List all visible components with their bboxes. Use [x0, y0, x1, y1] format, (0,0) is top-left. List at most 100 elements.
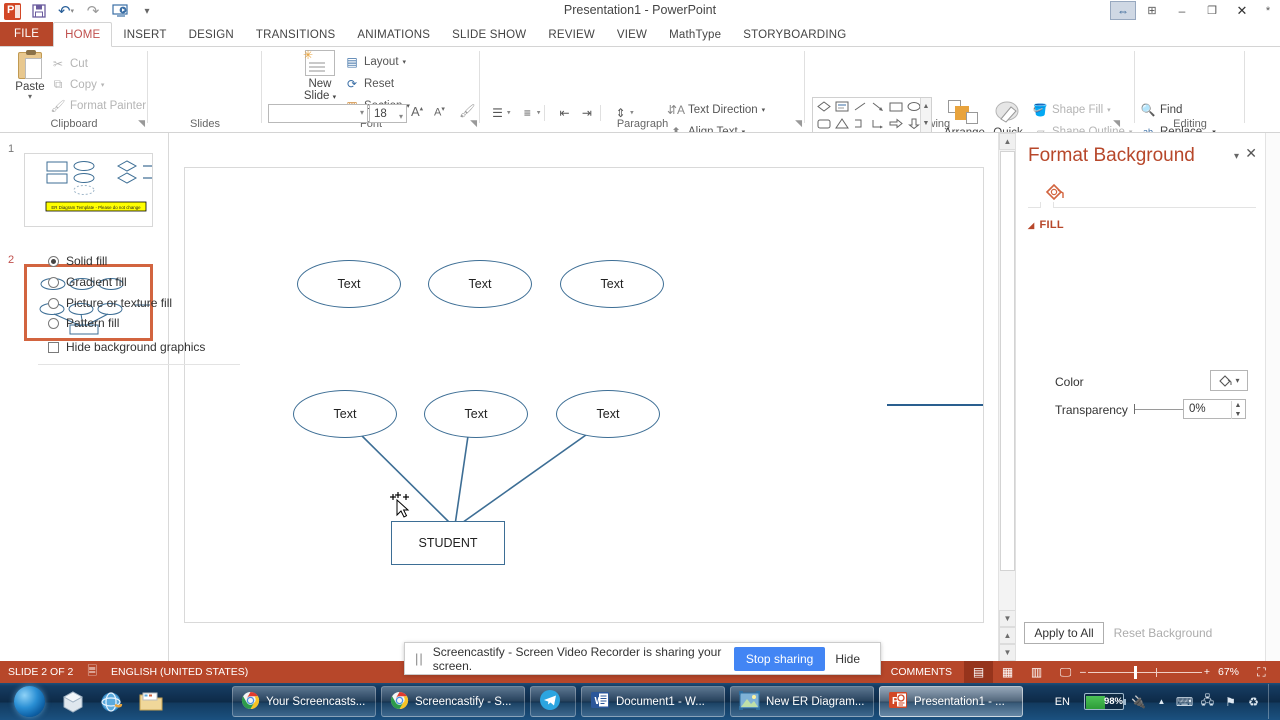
tab-review[interactable]: REVIEW: [537, 23, 606, 47]
shape-triangle-icon[interactable]: [834, 116, 850, 131]
shape-textbox-icon[interactable]: [834, 99, 850, 114]
internet-explorer-icon[interactable]: [97, 687, 127, 716]
pane-close-icon[interactable]: ✕: [1245, 145, 1257, 162]
format-painter-button[interactable]: 🖌 Format Painter: [50, 95, 146, 116]
ellipse-top-3[interactable]: Text: [560, 260, 664, 308]
paste-dropdown-icon[interactable]: ▾: [8, 93, 52, 101]
shape-diamond-icon[interactable]: [816, 99, 832, 114]
font-size-input[interactable]: 18 ▾: [369, 104, 407, 123]
show-desktop-icon[interactable]: [58, 687, 88, 716]
zoom-in-button[interactable]: +: [1204, 666, 1210, 678]
tab-view[interactable]: VIEW: [606, 23, 658, 47]
taskbar-item-screencastify[interactable]: Screencastify - S...: [381, 686, 525, 717]
stop-sharing-button[interactable]: Stop sharing: [733, 646, 826, 671]
scroll-down-button[interactable]: ▼: [999, 610, 1016, 627]
radio-picture-texture-fill[interactable]: [48, 297, 59, 309]
taskbar-item-your-screencasts[interactable]: Your Screencasts...: [232, 686, 376, 717]
bullets-dropdown-icon[interactable]: ▾: [507, 110, 511, 117]
scrollbar-thumb[interactable]: [1000, 151, 1015, 571]
decrease-font-size-button[interactable]: A▾: [434, 105, 445, 119]
horizontal-line-shape[interactable]: [887, 404, 983, 406]
shape-line-icon[interactable]: [852, 99, 868, 114]
tab-home[interactable]: HOME: [53, 22, 113, 47]
tab-design[interactable]: DESIGN: [178, 23, 245, 47]
shape-right-arrow-icon[interactable]: [888, 116, 904, 131]
zoom-slider-handle[interactable]: [1133, 666, 1137, 679]
font-name-input[interactable]: ▾: [268, 104, 368, 123]
tab-file[interactable]: FILE: [0, 22, 54, 47]
zoom-level[interactable]: 67%: [1210, 666, 1247, 678]
line-spacing-icon[interactable]: ⇕: [611, 103, 630, 122]
language-indicator[interactable]: ENGLISH (UNITED STATES): [111, 666, 248, 678]
decrease-indent-icon[interactable]: ⇤: [555, 103, 574, 122]
ellipse-bottom-1[interactable]: Text: [293, 390, 397, 438]
gallery-scroll-down-icon[interactable]: ▼: [921, 115, 931, 132]
close-button[interactable]: ✕: [1228, 1, 1256, 20]
tab-transitions[interactable]: TRANSITIONS: [245, 23, 347, 47]
touch-keyboard-icon[interactable]: ⌨: [1176, 693, 1193, 710]
reading-view-icon[interactable]: ▥: [1022, 661, 1051, 683]
background-color-button[interactable]: ▾: [1210, 370, 1248, 391]
clear-formatting-icon[interactable]: 🖌: [459, 103, 476, 119]
show-hidden-icons-button[interactable]: ▲: [1153, 693, 1170, 710]
transparency-spinner[interactable]: ▲ ▼: [1231, 401, 1244, 419]
slide-surface[interactable]: Text Text Text Text Text Text STUDENT: [184, 167, 984, 623]
font-dialog-launcher[interactable]: ◥: [470, 118, 477, 129]
spin-down-icon[interactable]: ▼: [1232, 410, 1244, 419]
numbering-icon[interactable]: ≡: [518, 103, 537, 122]
ellipse-bottom-3[interactable]: Text: [556, 390, 660, 438]
ellipse-top-1[interactable]: Text: [297, 260, 401, 308]
find-button[interactable]: 🔍 Find: [1140, 99, 1216, 121]
file-explorer-icon[interactable]: [136, 687, 166, 716]
slideshow-icon[interactable]: 🖵: [1051, 661, 1080, 683]
gallery-scroll-up-icon[interactable]: ▲: [921, 98, 931, 115]
paste-button[interactable]: Paste ▾: [8, 50, 52, 101]
start-button[interactable]: [4, 684, 54, 719]
tab-storyboarding[interactable]: STORYBOARDING: [732, 23, 857, 47]
radio-solid-fill[interactable]: [48, 255, 59, 267]
entity-student[interactable]: STUDENT: [391, 521, 505, 565]
network-icon[interactable]: 🖧: [1199, 693, 1216, 710]
numbering-dropdown-icon[interactable]: ▾: [537, 110, 541, 117]
hide-notification-button[interactable]: Hide: [825, 652, 870, 666]
shape-elbow-connector-icon[interactable]: [852, 116, 868, 131]
restore-button[interactable]: ❐: [1198, 1, 1226, 20]
option-pattern-fill[interactable]: Pattern fill: [48, 316, 119, 330]
ellipse-top-2[interactable]: Text: [428, 260, 532, 308]
bullets-icon[interactable]: ☰: [488, 103, 507, 122]
line-spacing-dropdown-icon[interactable]: ▾: [630, 110, 634, 117]
option-hide-background-graphics[interactable]: Hide background graphics: [48, 340, 205, 354]
battery-indicator[interactable]: 98%: [1084, 693, 1126, 710]
transparency-slider-handle[interactable]: [1134, 404, 1135, 414]
action-center-icon[interactable]: ♻: [1245, 693, 1262, 710]
option-solid-fill[interactable]: Solid fill: [48, 254, 107, 268]
power-plug-icon[interactable]: 🔌: [1130, 693, 1147, 710]
minimize-button[interactable]: –: [1168, 1, 1196, 20]
color-dropdown-icon[interactable]: ▾: [1235, 376, 1239, 385]
reset-background-button[interactable]: Reset Background: [1110, 622, 1216, 644]
canvas-vertical-scrollbar[interactable]: ▲ ▼ ▲ ▼: [998, 133, 1016, 661]
text-direction-button[interactable]: ⇵A Text Direction ▾: [667, 99, 797, 121]
accessibility-icon[interactable]: 🗏: [87, 662, 97, 683]
apply-to-all-button[interactable]: Apply to All: [1024, 622, 1104, 644]
pause-icon[interactable]: ||: [415, 651, 424, 666]
previous-slide-button[interactable]: ▲: [999, 627, 1016, 644]
slide-indicator[interactable]: SLIDE 2 OF 2: [8, 666, 73, 678]
pane-options-icon[interactable]: ▾: [1234, 151, 1239, 162]
shape-rounded-rect-icon[interactable]: [816, 116, 832, 131]
taskbar-item-telegram[interactable]: [530, 686, 576, 717]
shape-arrow-icon[interactable]: [870, 99, 886, 114]
shape-fill-button[interactable]: 🪣 Shape Fill ▾: [1032, 99, 1132, 121]
clipboard-dialog-launcher[interactable]: ◥: [138, 118, 145, 129]
tab-insert[interactable]: INSERT: [112, 23, 177, 47]
fill-section-header[interactable]: ◢ FILL: [1028, 219, 1064, 231]
taskbar-item-presentation1[interactable]: P Presentation1 - ...: [879, 686, 1023, 717]
next-slide-button[interactable]: ▼: [999, 644, 1016, 661]
fit-slide-icon[interactable]: ⛶: [1247, 661, 1276, 683]
increase-font-size-button[interactable]: A▴: [411, 104, 423, 119]
tab-mathtype[interactable]: MathType: [658, 23, 732, 47]
radio-gradient-fill[interactable]: [48, 276, 59, 288]
copy-button[interactable]: ⧉ Copy ▾: [50, 74, 146, 95]
radio-pattern-fill[interactable]: [48, 317, 59, 329]
cut-button[interactable]: ✂ Cut: [50, 53, 146, 74]
